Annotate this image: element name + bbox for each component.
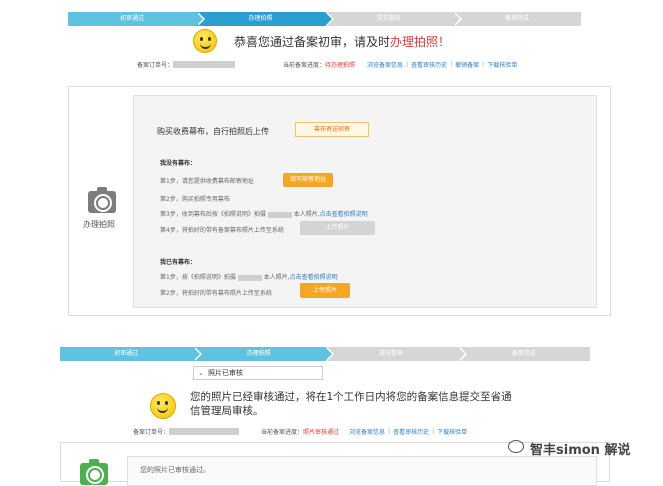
order-number-redacted xyxy=(173,61,236,68)
no-curtain-step-1: 第1步，请您提供收费幕布邮寄地址 xyxy=(160,178,254,185)
photo-guide-link-1[interactable]: 点击查看拍照说明 xyxy=(320,211,368,218)
fill-address-button[interactable]: 填写邮寄地址 xyxy=(283,173,333,187)
camera-icon-green xyxy=(80,459,108,485)
top-step-2-label: 办理拍照 xyxy=(248,15,273,22)
bottom-step-2-label: 办理拍照 xyxy=(246,350,271,357)
have-curtain-title: 我已有幕布： xyxy=(160,259,197,266)
review-history-link[interactable]: 查看审核历史 xyxy=(411,60,447,69)
order-label: 备案订单号： xyxy=(137,62,174,69)
smiley-icon xyxy=(193,29,217,53)
approval-message: 您的照片已经审核通过，将在1个工作日内将您的备案信息提交至省通信管理局审核。 xyxy=(190,391,512,417)
upload-photo-button[interactable]: 上传照片 xyxy=(300,283,350,298)
bottom-progress-value: 照片审核通过 xyxy=(303,429,340,436)
top-info-line: 备案订单号： 当前备案进度： 待办理拍照 浏览备案信息 | 查看审核历史 | 撤销备… xyxy=(137,60,518,69)
upload-disabled-label: 上传照片 xyxy=(325,224,350,231)
bottom-progress-steps: 初审通过 办理拍照 提交管局 备案完成 xyxy=(60,347,590,361)
bottom-order-label: 备案订单号： xyxy=(133,429,170,436)
no-curtain-title: 我没有幕布： xyxy=(160,160,197,167)
photo-status-text: 照片已审核 xyxy=(208,369,243,377)
progress-value: 待办理拍照 xyxy=(325,62,356,69)
download-verification-link[interactable]: 下载核验单 xyxy=(487,60,517,69)
photo-side-label: 办理拍照 xyxy=(83,220,115,229)
top-step-2: 办理拍照 xyxy=(196,12,334,26)
chevron-down-icon: ⌄ xyxy=(198,369,204,377)
no-curtain-step-3: 第3步，收到幕布后按《拍照说明》拍摄 本人照片,点击查看拍照说明 xyxy=(160,211,368,218)
bottom-info-line: 备案订单号： 当前备案进度： 照片审核通过 浏览备案信息 | 查看审核历史 | 下载… xyxy=(133,427,468,436)
upload-photo-label: 上传照片 xyxy=(312,287,337,294)
bottom-review-history-link[interactable]: 查看审核历史 xyxy=(393,427,429,436)
headline-emphasis: 办理拍照！ xyxy=(390,35,451,49)
top-step-3: 提交管局 xyxy=(324,12,462,26)
cancel-filing-link[interactable]: 撤销备案 xyxy=(455,60,479,69)
name-redacted xyxy=(267,211,292,218)
have-curtain-step-2: 第2步，将拍好的带有幕布照片上传至系统 xyxy=(160,290,272,297)
headline-text: 恭喜您通过备案初审，请及时 xyxy=(234,35,391,49)
top-step-3-label: 提交管局 xyxy=(376,15,401,22)
photo-reviewed-tab: ⌄ 照片已审核 xyxy=(193,366,323,380)
top-headline: 恭喜您通过备案初审，请及时办理拍照！ xyxy=(234,33,450,50)
bottom-view-filing-link[interactable]: 浏览备案信息 xyxy=(349,427,385,436)
watermark-text: 智丰simon 解说 xyxy=(530,443,631,458)
wechat-logo xyxy=(508,440,524,453)
bottom-order-redacted xyxy=(169,428,240,435)
no-curtain-step-4: 第4步，将拍好的带有备案幕布照片上传至系统 xyxy=(160,227,284,234)
bottom-download-link[interactable]: 下载核验单 xyxy=(437,427,467,436)
name-redacted-2 xyxy=(237,274,262,281)
bottom-panel-text: 您的照片已审核通过。 xyxy=(140,466,210,474)
top-progress-steps: 初审通过 办理拍照 提交管局 备案完成 xyxy=(68,12,581,26)
have-curtain-step-1: 第1步，按《拍照说明》拍摄 本人照片,点击查看拍照说明 xyxy=(160,274,338,281)
camera-icon xyxy=(88,187,116,213)
photo-guide-link-2[interactable]: 点击查看拍照说明 xyxy=(290,274,338,281)
bottom-step-1-label: 初审通过 xyxy=(114,350,139,357)
smiley-icon-bottom xyxy=(150,393,176,419)
bottom-step-2: 办理拍照 xyxy=(192,347,334,361)
progress-label: 当前备案进度： xyxy=(283,62,326,69)
bottom-step-3-label: 提交管局 xyxy=(379,350,404,357)
curtain-notice-text: 幕布寄送邮寄 xyxy=(313,126,350,133)
upload-photo-button-disabled: 上传照片 xyxy=(300,221,375,235)
top-step-1: 初审通过 xyxy=(68,12,206,26)
bottom-step-4-label: 备案完成 xyxy=(511,350,536,357)
top-step-4: 备案完成 xyxy=(452,12,581,26)
view-filing-link[interactable]: 浏览备案信息 xyxy=(367,60,403,69)
bottom-step-3: 提交管局 xyxy=(325,347,467,361)
bottom-progress-label: 当前备案进度： xyxy=(261,429,304,436)
fill-address-label: 填写邮寄地址 xyxy=(289,176,326,183)
bottom-step-1: 初审通过 xyxy=(60,347,202,361)
top-step-1-label: 初审通过 xyxy=(120,15,145,22)
top-step-4-label: 备案完成 xyxy=(504,15,529,22)
no-curtain-step-2: 第2步，购买拍照专用幕布 xyxy=(160,196,230,203)
buy-curtain-text: 购买收费幕布，自行拍照后上传 xyxy=(157,127,269,136)
curtain-notice-tag[interactable]: 幕布寄送邮寄 xyxy=(295,122,369,137)
bottom-step-4: 备案完成 xyxy=(457,347,590,361)
